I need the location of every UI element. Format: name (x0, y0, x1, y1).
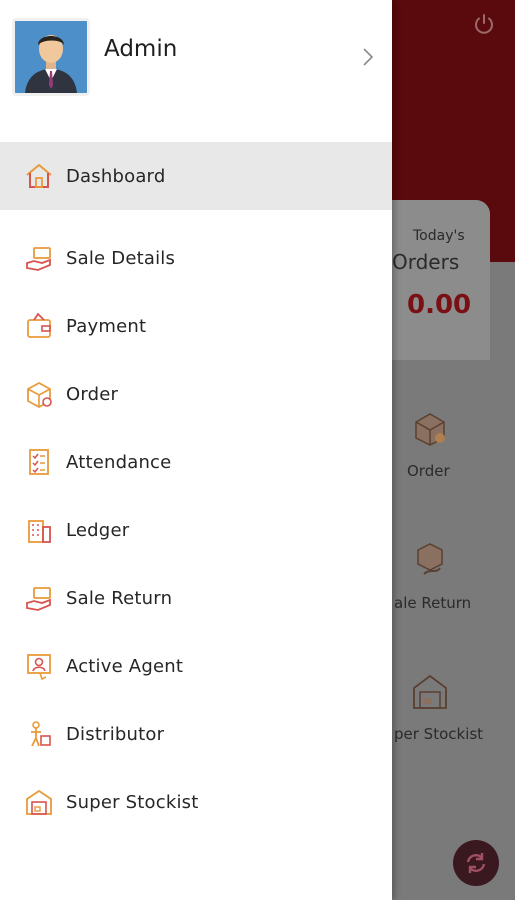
menu-label: Sale Return (66, 587, 173, 609)
avatar (12, 18, 90, 96)
order-box-icon (27, 381, 52, 409)
navigation-drawer: Admin Dashboard Sale Details Payment Ord… (0, 0, 392, 900)
building-icon (28, 520, 51, 543)
menu-label: Ledger (66, 519, 130, 541)
menu-label: Active Agent (66, 655, 184, 677)
tile-label-sale-return[interactable]: ale Return (394, 594, 471, 612)
hand-money-icon (26, 247, 51, 271)
menu-item-ledger[interactable]: Ledger (0, 496, 392, 564)
todays-label: Today's (413, 228, 465, 244)
menu-label: Sale Details (66, 247, 176, 269)
orders-title: Orders (392, 250, 460, 274)
sale-return-icon (417, 543, 443, 575)
menu-item-payment[interactable]: Payment (0, 292, 392, 360)
user-name: Admin (104, 36, 178, 62)
menu-label: Payment (66, 315, 147, 337)
warehouse-icon (413, 674, 447, 709)
order-box-icon (415, 413, 445, 446)
hand-money-icon (26, 587, 51, 611)
menu-item-super-stockist[interactable]: Super Stockist (0, 768, 392, 836)
warehouse-icon (26, 789, 52, 815)
menu-item-active-agent[interactable]: Active Agent (0, 632, 392, 700)
refresh-button[interactable] (453, 840, 499, 886)
tile-label-order[interactable]: Order (407, 462, 450, 480)
agent-icon (27, 654, 51, 681)
delivery-person-icon (31, 721, 51, 747)
menu-item-dashboard[interactable]: Dashboard (0, 142, 392, 210)
menu-label: Distributor (66, 723, 165, 745)
tile-label-super-stockist[interactable]: per Stockist (394, 725, 483, 743)
todays-orders-card[interactable] (380, 200, 490, 360)
orders-value: 0.00 (407, 290, 472, 320)
profile-header[interactable]: Admin (0, 0, 392, 120)
menu-item-order[interactable]: Order (0, 360, 392, 428)
menu-label: Dashboard (66, 165, 166, 187)
chevron-right-icon[interactable] (360, 46, 376, 68)
menu-item-attendance[interactable]: Attendance (0, 428, 392, 496)
menu-label: Attendance (66, 451, 172, 473)
power-icon[interactable] (472, 12, 496, 36)
menu-item-sale-details[interactable]: Sale Details (0, 224, 392, 292)
wallet-icon (27, 312, 51, 338)
menu-item-distributor[interactable]: Distributor (0, 700, 392, 768)
menu-label: Super Stockist (66, 791, 199, 813)
refresh-icon (466, 853, 486, 873)
menu-label: Order (66, 383, 119, 405)
home-icon (26, 164, 52, 188)
checklist-icon (29, 449, 49, 475)
menu-item-sale-return[interactable]: Sale Return (0, 564, 392, 632)
